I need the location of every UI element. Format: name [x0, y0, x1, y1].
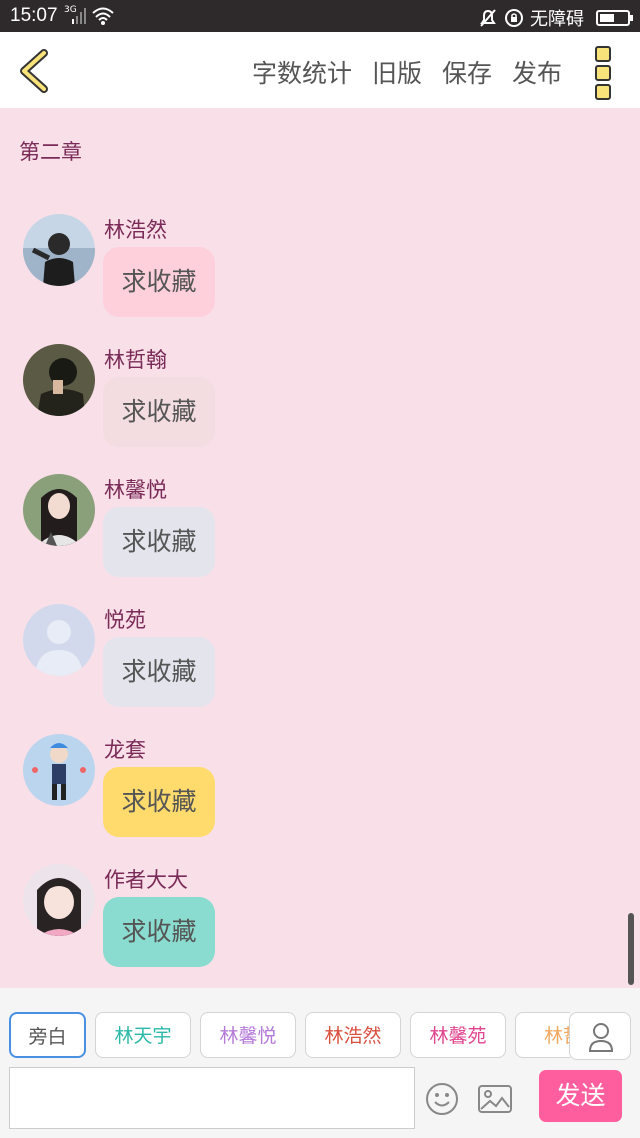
signal-icon	[72, 8, 86, 24]
publish-button[interactable]: 发布	[512, 54, 562, 90]
emoji-icon[interactable]	[425, 1082, 459, 1116]
character-manage-button[interactable]	[569, 1012, 631, 1060]
status-bar: 15:07 3G 无障碍	[0, 0, 640, 32]
avatar[interactable]	[23, 734, 95, 806]
save-button[interactable]: 保存	[442, 54, 492, 90]
old-version-button[interactable]: 旧版	[372, 54, 422, 90]
avatar[interactable]	[23, 344, 95, 416]
message-bubble[interactable]: 求收藏	[103, 767, 215, 837]
character-chip[interactable]: 林哲	[515, 1012, 570, 1058]
image-icon[interactable]	[477, 1083, 513, 1115]
character-chip[interactable]: 林馨悦	[200, 1012, 296, 1058]
character-name: 林哲翰	[104, 348, 167, 372]
avatar[interactable]	[23, 864, 95, 936]
message-bubble[interactable]: 求收藏	[103, 897, 215, 967]
message-bubble[interactable]: 求收藏	[103, 377, 215, 447]
avatar[interactable]	[23, 604, 95, 676]
message-item: 林浩然 求收藏	[0, 214, 640, 334]
status-time: 15:07	[10, 5, 58, 26]
status-right: 无障碍	[478, 5, 633, 31]
character-chip-narrator[interactable]: 旁白	[9, 1012, 86, 1058]
message-item: 作者大大 求收藏	[0, 864, 640, 984]
message-item: 林哲翰 求收藏	[0, 344, 640, 464]
character-name: 悦苑	[104, 608, 146, 632]
character-chip[interactable]: 林浩然	[305, 1012, 401, 1058]
lock-rotation-icon	[505, 9, 523, 27]
message-item: 林馨悦 求收藏	[0, 474, 640, 594]
character-name: 林浩然	[104, 218, 167, 242]
user-icon	[588, 1023, 614, 1052]
character-name: 林馨悦	[104, 478, 167, 502]
character-name: 龙套	[104, 738, 146, 762]
message-bubble[interactable]: 求收藏	[103, 507, 215, 577]
character-selector: 旁白 林天宇 林馨悦 林浩然 林馨苑 林哲	[0, 1012, 570, 1062]
send-button[interactable]: 发送	[539, 1070, 622, 1122]
character-chip[interactable]: 林馨苑	[410, 1012, 506, 1058]
more-menu-button[interactable]	[595, 46, 615, 100]
message-bubble[interactable]: 求收藏	[103, 247, 215, 317]
composer-panel: 旁白 林天宇 林馨悦 林浩然 林馨苑 林哲 发送	[0, 988, 640, 1138]
message-item: 悦苑 求收藏	[0, 604, 640, 724]
message-input[interactable]	[9, 1067, 415, 1129]
chapter-title: 第二章	[19, 140, 82, 164]
message-item: 龙套 求收藏	[0, 734, 640, 854]
bell-muted-icon	[480, 9, 496, 27]
accessibility-label: 无障碍	[530, 9, 584, 30]
word-count-button[interactable]: 字数统计	[252, 54, 352, 90]
character-chip[interactable]: 林天宇	[95, 1012, 191, 1058]
battery-icon	[596, 10, 633, 26]
message-bubble[interactable]: 求收藏	[103, 637, 215, 707]
toolbar-actions: 字数统计 旧版 保存 发布	[252, 54, 582, 90]
avatar[interactable]	[23, 214, 95, 286]
scrollbar[interactable]	[628, 913, 634, 985]
back-button[interactable]	[14, 49, 54, 93]
character-name: 作者大大	[104, 868, 188, 892]
top-toolbar: 字数统计 旧版 保存 发布	[0, 32, 640, 108]
avatar[interactable]	[23, 474, 95, 546]
wifi-icon	[92, 7, 114, 25]
